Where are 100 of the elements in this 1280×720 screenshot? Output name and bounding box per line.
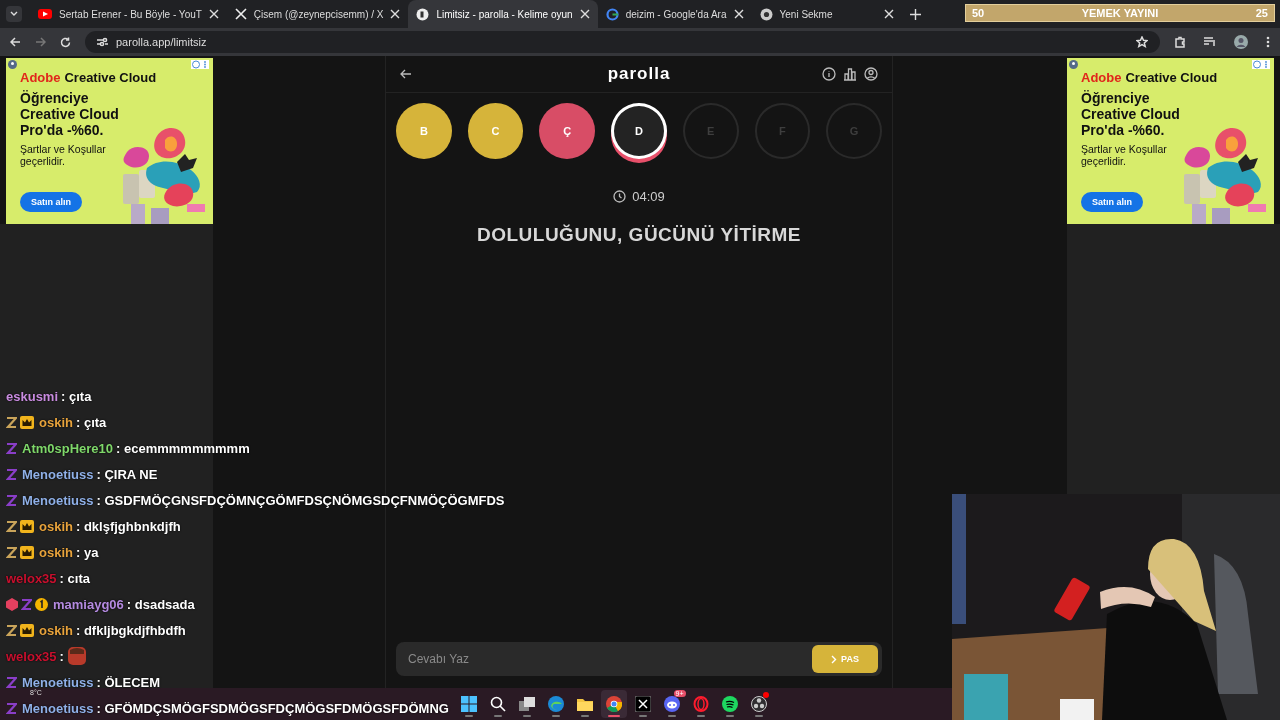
ad-terms: Şartlar ve Koşullar geçerlidir. (1081, 143, 1168, 167)
close-icon[interactable] (390, 9, 401, 19)
z-badge-icon (6, 701, 17, 715)
media-icon[interactable] (1204, 37, 1216, 47)
z-badge-icon (6, 415, 17, 429)
x-logo-icon (234, 8, 247, 20)
tier-badge-icon (35, 597, 48, 611)
opera-icon[interactable] (692, 696, 709, 712)
site-settings-icon[interactable] (97, 37, 108, 47)
close-icon[interactable] (883, 9, 894, 19)
product-name: Creative Cloud (1125, 70, 1218, 85)
buy-button[interactable]: Satın alın (20, 192, 82, 212)
site-icon (416, 7, 430, 21)
chat-message: : ÇIRA NE (96, 466, 158, 482)
chat-username: Menoetiuss (22, 492, 94, 508)
close-icon[interactable] (733, 9, 744, 19)
chrome-icon[interactable] (605, 696, 622, 712)
z-badge-icon (6, 519, 17, 533)
search-icon[interactable] (489, 696, 506, 712)
browser-tab[interactable]: Yeni Sekme (751, 0, 902, 28)
question-text: DOLULUĞUNU, GÜCÜNÜ YİTİRME (475, 224, 802, 246)
x-app-icon[interactable] (634, 696, 651, 712)
discord-icon[interactable] (663, 696, 680, 712)
chat-message: : dfkljbgkdjfhbdfh (75, 622, 186, 638)
edge-browser-icon[interactable] (547, 696, 564, 712)
windows-start-icon[interactable] (460, 696, 477, 712)
back-arrow-icon[interactable] (400, 69, 412, 79)
chevron-icon (831, 654, 838, 664)
caret-icon (10, 11, 18, 17)
z-badge-icon (21, 597, 32, 611)
z-badge-icon (6, 493, 17, 507)
chat-username: Menoetiuss (22, 466, 94, 482)
letter-circle[interactable]: D (611, 103, 667, 159)
bookmark-star-icon[interactable] (1136, 36, 1148, 48)
profile-icon[interactable] (864, 67, 878, 81)
tab-list-button[interactable] (6, 6, 22, 22)
brand-name: Adobe (20, 70, 61, 85)
browser-tab[interactable]: Limitsiz - parolla - Kelime oyun (408, 0, 598, 28)
clock-icon (613, 190, 627, 203)
chat-username: eskusmi (6, 388, 59, 404)
buy-button[interactable]: Satın alın (1081, 192, 1143, 212)
task-view-icon[interactable] (518, 697, 535, 711)
browser-tab[interactable]: deizim - Google'da Ara (597, 0, 752, 28)
ad-choices-icon[interactable] (1252, 60, 1270, 69)
chat-username: Menoetiuss (22, 674, 94, 690)
chat-message: : ecemmmmmmmmm (116, 440, 250, 456)
goal-target: 25 (1255, 7, 1268, 19)
profile-avatar-icon[interactable] (1234, 35, 1248, 49)
chat-message: : ya (75, 544, 99, 560)
chrome-icon (759, 7, 773, 21)
goal-title: YEMEK YAYINI (1081, 7, 1159, 19)
info-icon[interactable] (822, 67, 836, 81)
chat-username: oskih (39, 414, 73, 430)
product-name: Creative Cloud (64, 70, 157, 85)
chat-message: : (59, 648, 64, 664)
chat-message: : GFÖMDÇSMÖGFSDMÖGSFDÇMÖGSFDMÖGSFDÖMNG (96, 700, 449, 716)
close-icon[interactable] (208, 9, 219, 19)
browser-tab[interactable]: Çisem (@zeynepcisemm) / X (226, 0, 409, 28)
letter-circle[interactable]: Ç (539, 103, 596, 159)
chat-message: : cıta (59, 570, 90, 586)
close-icon[interactable] (579, 9, 590, 19)
shield-icon (8, 60, 17, 69)
folder-icon[interactable] (576, 697, 593, 711)
app-logo: parolla (607, 64, 671, 84)
chat-username: mamiayg06 (53, 596, 124, 612)
address-field[interactable]: parolla.app/limitsiz (85, 31, 1160, 53)
new-tab-icon[interactable] (909, 9, 921, 20)
stats-icon[interactable] (843, 67, 857, 81)
menu-icon[interactable] (1266, 36, 1270, 48)
brand-name: Adobe (1081, 70, 1122, 85)
forward-icon[interactable] (35, 37, 46, 47)
gem-badge-icon (6, 597, 18, 611)
google-icon (605, 7, 619, 21)
extensions-icon[interactable] (1174, 36, 1186, 48)
chat-message: : çıta (61, 388, 92, 404)
chat-username: Atm0spHere10 (22, 440, 114, 456)
browser-tab[interactable]: Sertab Erener - Bu Böyle - YouT (30, 0, 227, 28)
ad-headline: Öğrenciye Creative Cloud Pro'da -%60. (1081, 90, 1181, 138)
z-badge-icon (6, 675, 17, 689)
chat-message: : dklşfjghbnkdjfh (75, 518, 181, 534)
ad-choices-icon[interactable] (191, 60, 209, 69)
chat-message: : çıta (75, 414, 107, 430)
chat-username: oskih (39, 518, 73, 534)
chat-username: welox35 (6, 570, 57, 586)
shield-icon (1069, 60, 1078, 69)
z-badge-icon (6, 545, 17, 559)
chat-message: : ÖLECEM (96, 674, 161, 690)
chat-username: welox35 (6, 648, 57, 664)
reload-icon[interactable] (60, 36, 71, 48)
z-badge-icon (6, 467, 17, 481)
chat-message: : GSDFMÖÇGNSFDÇÖMNÇGÖMFDSÇNÖMGSDÇFNMÖÇÖGMFDS (96, 492, 505, 508)
goal-current: 50 (972, 7, 985, 19)
chat-username: oskih (39, 622, 73, 638)
ad-terms: Şartlar ve Koşullar geçerlidir. (20, 143, 107, 167)
obs-icon[interactable] (750, 696, 767, 712)
back-icon[interactable] (10, 37, 21, 47)
chat-username: Menoetiuss (22, 700, 94, 716)
spotify-icon[interactable] (721, 696, 738, 712)
z-badge-icon (6, 441, 17, 455)
video-icon (38, 9, 52, 19)
